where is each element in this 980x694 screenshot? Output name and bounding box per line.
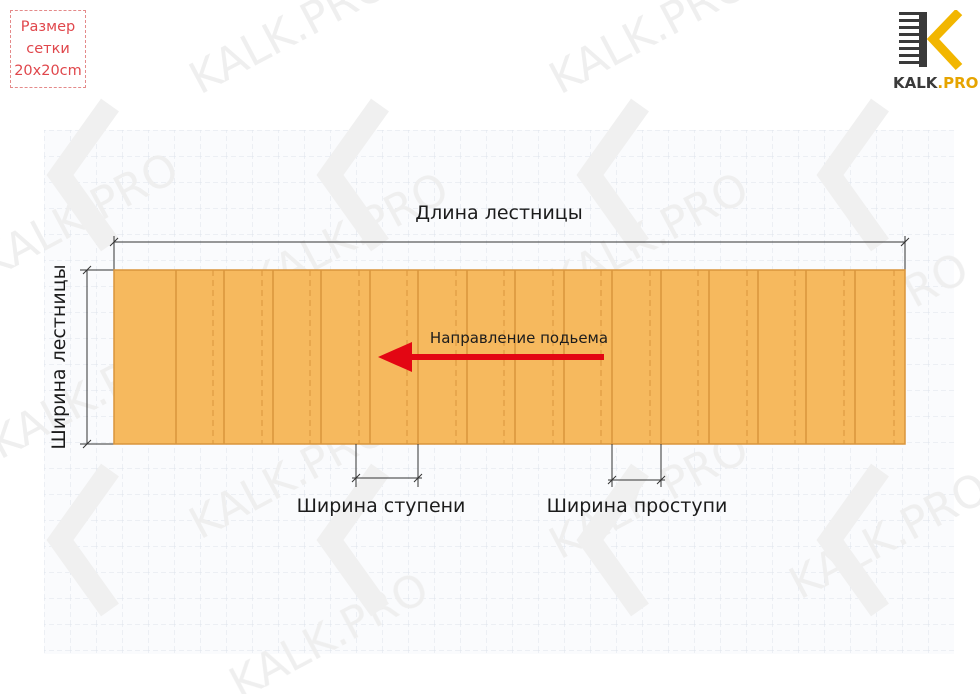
direction-label: Направление подьема [430, 329, 608, 347]
watermark-text: KALK.PRO [181, 0, 397, 105]
tread-width-label: Ширина проступи [547, 495, 728, 517]
grid-size-note: Размер сетки 20x20cm [10, 10, 86, 88]
watermark-text: KALK.PRO [541, 0, 757, 105]
width-label: Ширина лестницы [48, 264, 70, 449]
grid-size-line-1: Размер [20, 19, 76, 35]
logo-wordmark: KALK.PRO [893, 74, 978, 92]
length-label: Длина лестницы [415, 202, 583, 224]
grid-size-line-2: сетки [26, 41, 70, 57]
logo-name-accent: PRO [943, 74, 979, 92]
stair-diagram-canvas: KALK.PRO KALK.PRO KALK.PRO KALK.PRO KALK… [0, 0, 980, 694]
step-width-label: Ширина ступени [297, 495, 466, 517]
logo-name-main: KALK [893, 74, 938, 92]
grid-size-line-3: 20x20cm [14, 63, 82, 79]
